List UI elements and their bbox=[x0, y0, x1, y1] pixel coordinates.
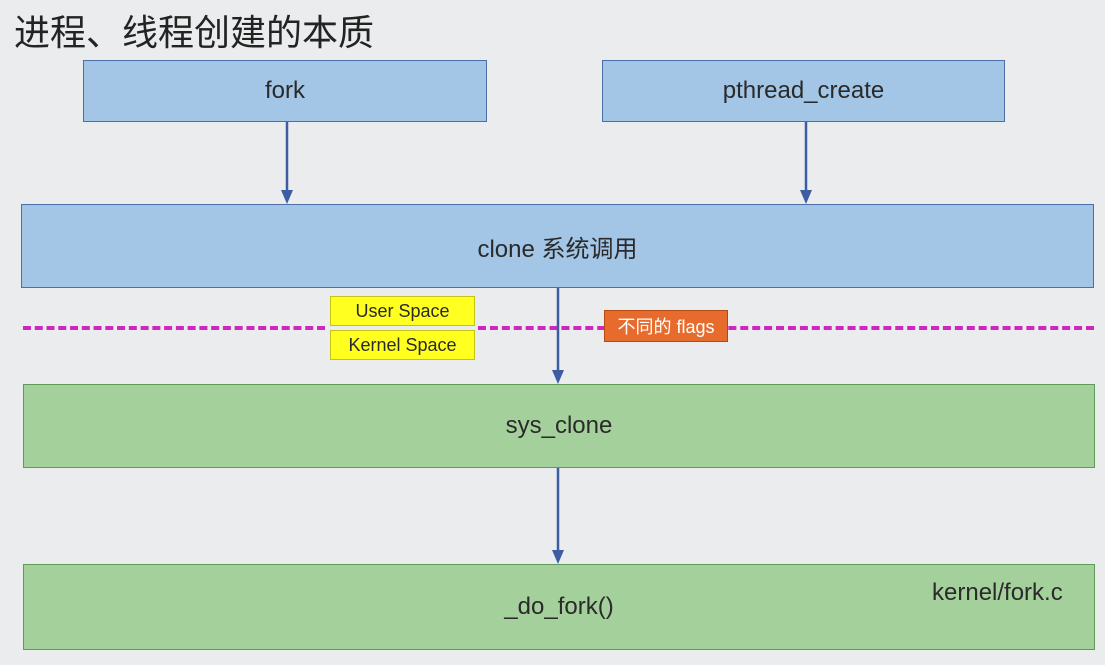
box-sys-clone: sys_clone bbox=[23, 384, 1095, 468]
badge-kernel-space-label: Kernel Space bbox=[348, 335, 456, 356]
box-pthread-create-label: pthread_create bbox=[723, 77, 884, 105]
box-fork: fork bbox=[83, 60, 487, 122]
box-clone-label: clone 系统调用 bbox=[477, 229, 637, 264]
box-clone: clone 系统调用 bbox=[21, 204, 1094, 288]
badge-kernel-space: Kernel Space bbox=[330, 330, 475, 360]
user-kernel-divider-right bbox=[478, 326, 1094, 330]
badge-flags: 不同的 flags bbox=[604, 310, 728, 342]
box-fork-label: fork bbox=[265, 77, 305, 105]
diagram-title: 进程、线程创建的本质 bbox=[14, 4, 374, 56]
box-sys-clone-label: sys_clone bbox=[506, 412, 613, 440]
arrow-sysclone-to-dofork bbox=[552, 468, 564, 564]
badge-user-space: User Space bbox=[330, 296, 475, 326]
box-pthread-create: pthread_create bbox=[602, 60, 1005, 122]
box-do-fork: _do_fork() bbox=[23, 564, 1095, 650]
arrow-clone-to-sysclone bbox=[552, 288, 564, 384]
diagram-canvas: 进程、线程创建的本质 fork pthread_create clone 系统调… bbox=[0, 0, 1105, 665]
badge-flags-label: 不同的 flags bbox=[617, 313, 714, 339]
user-kernel-divider-left bbox=[23, 326, 325, 330]
arrow-pthread-to-clone bbox=[800, 122, 812, 204]
badge-user-space-label: User Space bbox=[355, 301, 449, 322]
arrow-fork-to-clone bbox=[281, 122, 293, 204]
box-do-fork-label: _do_fork() bbox=[504, 593, 613, 621]
note-kernel-file: kernel/fork.c bbox=[932, 579, 1063, 607]
